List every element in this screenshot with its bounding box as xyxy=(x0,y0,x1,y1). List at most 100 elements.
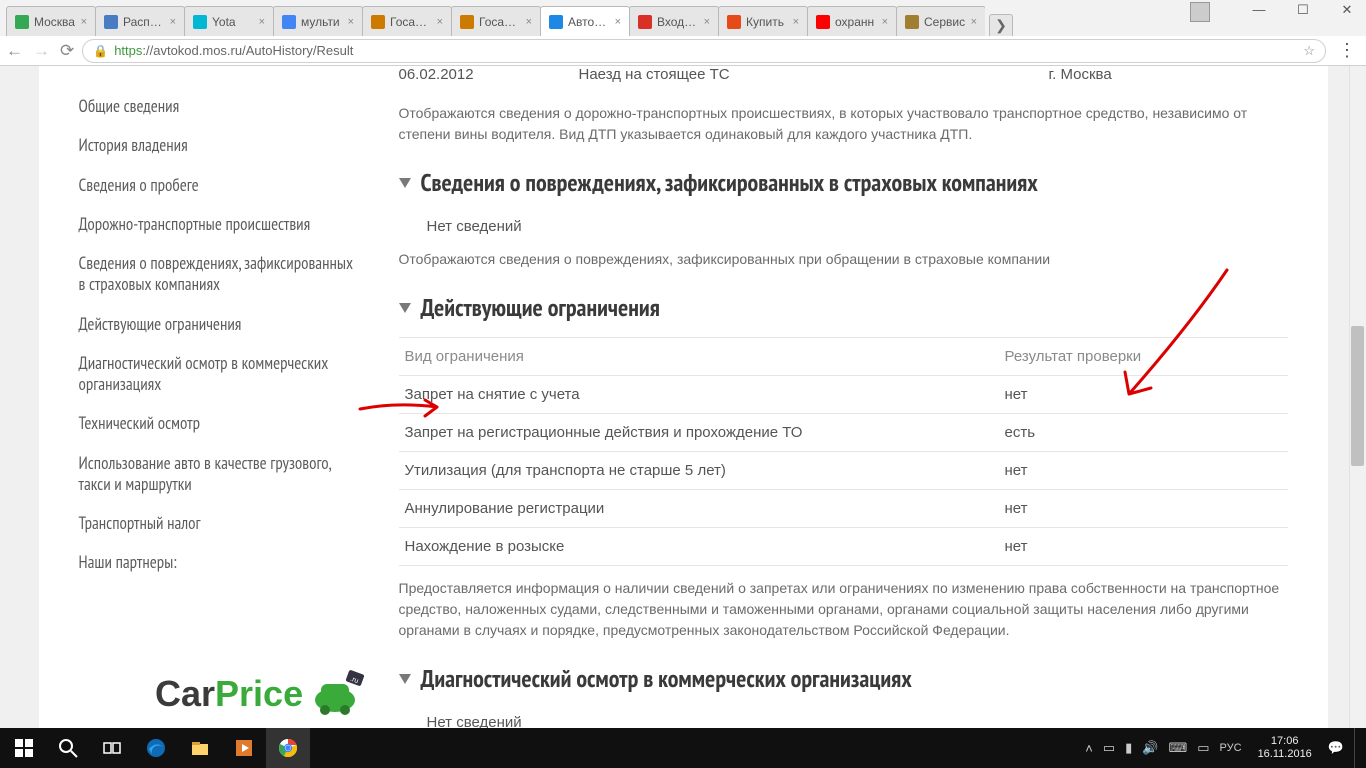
tab-close-icon[interactable]: × xyxy=(971,16,977,28)
tab-label: Купить xyxy=(746,15,784,29)
sidebar-item[interactable]: Использование авто в качестве грузового,… xyxy=(79,453,359,496)
tray-battery-icon[interactable]: ▭ xyxy=(1103,740,1115,756)
restriction-result: есть xyxy=(999,414,1288,452)
tab-close-icon[interactable]: × xyxy=(793,16,799,28)
tab-close-icon[interactable]: × xyxy=(348,16,354,28)
taskbar-app-edge[interactable] xyxy=(134,728,178,768)
tab-favicon xyxy=(193,15,207,29)
th-kind: Вид ограничения xyxy=(399,338,999,376)
tab-close-icon[interactable]: × xyxy=(882,16,888,28)
tab-close-icon[interactable]: × xyxy=(526,16,532,28)
tab-label: Сервис xyxy=(924,15,965,29)
search-button[interactable] xyxy=(46,728,90,768)
tab-close-icon[interactable]: × xyxy=(704,16,710,28)
tab-label: Госавто xyxy=(479,15,521,29)
collapse-toggle-icon[interactable] xyxy=(399,178,411,188)
sidebar-item[interactable]: Сведения о повреждениях, зафиксированных… xyxy=(79,253,359,296)
tray-network-icon[interactable]: ▮ xyxy=(1125,740,1132,756)
browser-tab[interactable]: Москва × xyxy=(6,6,96,36)
tab-favicon xyxy=(371,15,385,29)
taskbar-app-chrome[interactable] xyxy=(266,728,310,768)
tab-close-icon[interactable]: × xyxy=(615,16,621,28)
tab-label: охранн xyxy=(835,15,874,29)
tab-close-icon[interactable]: × xyxy=(81,16,87,28)
scrollbar-track[interactable] xyxy=(1349,66,1366,728)
dtp-event: Наезд на стоящее ТС xyxy=(579,66,1049,83)
windows-taskbar: ˄ ▭ ▮ 🔊 ⌨ ▭ РУС 17:06 16.11.2016 💬 xyxy=(0,728,1366,768)
tab-label: Расписа xyxy=(123,15,165,29)
sidebar-item[interactable]: Диагностический осмотр в коммерческих ор… xyxy=(79,353,359,396)
collapse-toggle-icon[interactable] xyxy=(399,303,411,313)
address-bar[interactable]: 🔒 https://avtokod.mos.ru/AutoHistory/Res… xyxy=(82,39,1326,63)
partner-carprice-logo[interactable]: CarPrice .ru xyxy=(155,670,365,723)
scrollbar-thumb[interactable] xyxy=(1351,326,1364,466)
close-window-button[interactable]: ✕ xyxy=(1332,2,1362,22)
browser-tab[interactable]: Входящ × xyxy=(629,6,719,36)
taskbar-app-media[interactable] xyxy=(222,728,266,768)
browser-tab[interactable]: Yota× xyxy=(184,6,274,36)
tab-favicon xyxy=(15,15,29,29)
tray-time: 17:06 xyxy=(1258,735,1312,748)
tab-label: Автоист xyxy=(568,15,610,29)
sidebar-item[interactable]: Дорожно-транспортные происшествия xyxy=(79,214,359,235)
address-toolbar: ← → ⟳ 🔒 https://avtokod.mos.ru/AutoHisto… xyxy=(0,36,1366,66)
browser-tab[interactable]: Расписа × xyxy=(95,6,185,36)
table-row: Аннулирование регистрациинет xyxy=(399,490,1288,528)
tab-label: Входящ xyxy=(657,15,699,29)
tab-close-icon[interactable]: × xyxy=(170,16,176,28)
browser-tab[interactable]: Купить × xyxy=(718,6,808,36)
tray-clock[interactable]: 17:06 16.11.2016 xyxy=(1252,735,1318,760)
tray-input-icon[interactable]: ⌨ xyxy=(1168,740,1187,756)
diagnostic-no-data: Нет сведений xyxy=(399,708,1288,728)
profile-icon[interactable] xyxy=(1190,2,1210,22)
collapse-toggle-icon[interactable] xyxy=(399,674,411,684)
table-row: Нахождение в розыскенет xyxy=(399,528,1288,566)
window-controls: — ☐ ✕ xyxy=(1190,2,1362,22)
browser-tab[interactable]: Автоист × xyxy=(540,6,630,36)
damage-description: Отображаются сведения о повреждениях, за… xyxy=(399,249,1288,270)
tab-favicon xyxy=(727,15,741,29)
svg-text:CarPrice: CarPrice xyxy=(155,673,303,714)
tray-chevron-icon[interactable]: ˄ xyxy=(1085,741,1093,756)
browser-tab[interactable]: охранн × xyxy=(807,6,897,36)
browser-menu-button[interactable]: ⋮ xyxy=(1334,40,1360,61)
tab-close-icon[interactable]: × xyxy=(259,16,265,28)
sidebar-item[interactable]: Сведения о пробеге xyxy=(79,175,359,196)
browser-tab[interactable]: мульти× xyxy=(273,6,363,36)
tab-close-icon[interactable]: × xyxy=(437,16,443,28)
tray-volume-icon[interactable]: 🔊 xyxy=(1142,740,1158,756)
tab-favicon xyxy=(460,15,474,29)
minimize-button[interactable]: — xyxy=(1244,2,1274,22)
browser-tab[interactable]: Госавто × xyxy=(451,6,541,36)
start-button[interactable] xyxy=(2,728,46,768)
show-desktop-button[interactable] xyxy=(1354,728,1360,768)
sidebar-item[interactable]: Действующие ограничения xyxy=(79,314,359,335)
tray-notifications-icon[interactable]: 💬 xyxy=(1328,740,1344,756)
sidebar-item[interactable]: Общие сведения xyxy=(79,96,359,117)
task-view-button[interactable] xyxy=(90,728,134,768)
nav-reload-button[interactable]: ⟳ xyxy=(60,41,74,61)
restriction-kind: Запрет на снятие с учета xyxy=(399,376,999,414)
nav-forward-button[interactable]: → xyxy=(33,41,50,61)
main-content: 06.02.2012 Наезд на стоящее ТС г. Москва… xyxy=(399,66,1288,728)
browser-tab[interactable]: Госавто× xyxy=(362,6,452,36)
tray-date: 16.11.2016 xyxy=(1258,748,1312,761)
sidebar-item[interactable]: История владения xyxy=(79,135,359,156)
new-tab-button[interactable]: ❯ xyxy=(989,14,1013,36)
sidebar-item[interactable]: Технический осмотр xyxy=(79,413,359,434)
table-row: Запрет на снятие с учетанет xyxy=(399,376,1288,414)
sidebar-item[interactable]: Наши партнеры: xyxy=(79,552,359,573)
tray-keyboard-icon[interactable]: ▭ xyxy=(1197,740,1209,756)
bookmark-star-icon[interactable]: ☆ xyxy=(1303,43,1315,59)
tab-label: Москва xyxy=(34,15,75,29)
browser-tab[interactable]: Сервис × xyxy=(896,6,985,36)
taskbar-app-explorer[interactable] xyxy=(178,728,222,768)
maximize-button[interactable]: ☐ xyxy=(1288,2,1318,22)
tray-language[interactable]: РУС xyxy=(1220,742,1242,754)
nav-back-button[interactable]: ← xyxy=(6,41,23,61)
sidebar-item[interactable]: Транспортный налог xyxy=(79,513,359,534)
tab-favicon xyxy=(549,15,563,29)
restrictions-table: Вид ограничения Результат проверки Запре… xyxy=(399,337,1288,566)
restrictions-description: Предоставляется информация о наличии све… xyxy=(399,578,1288,641)
sidebar-nav: Общие сведения История владения Сведения о… xyxy=(79,66,359,728)
